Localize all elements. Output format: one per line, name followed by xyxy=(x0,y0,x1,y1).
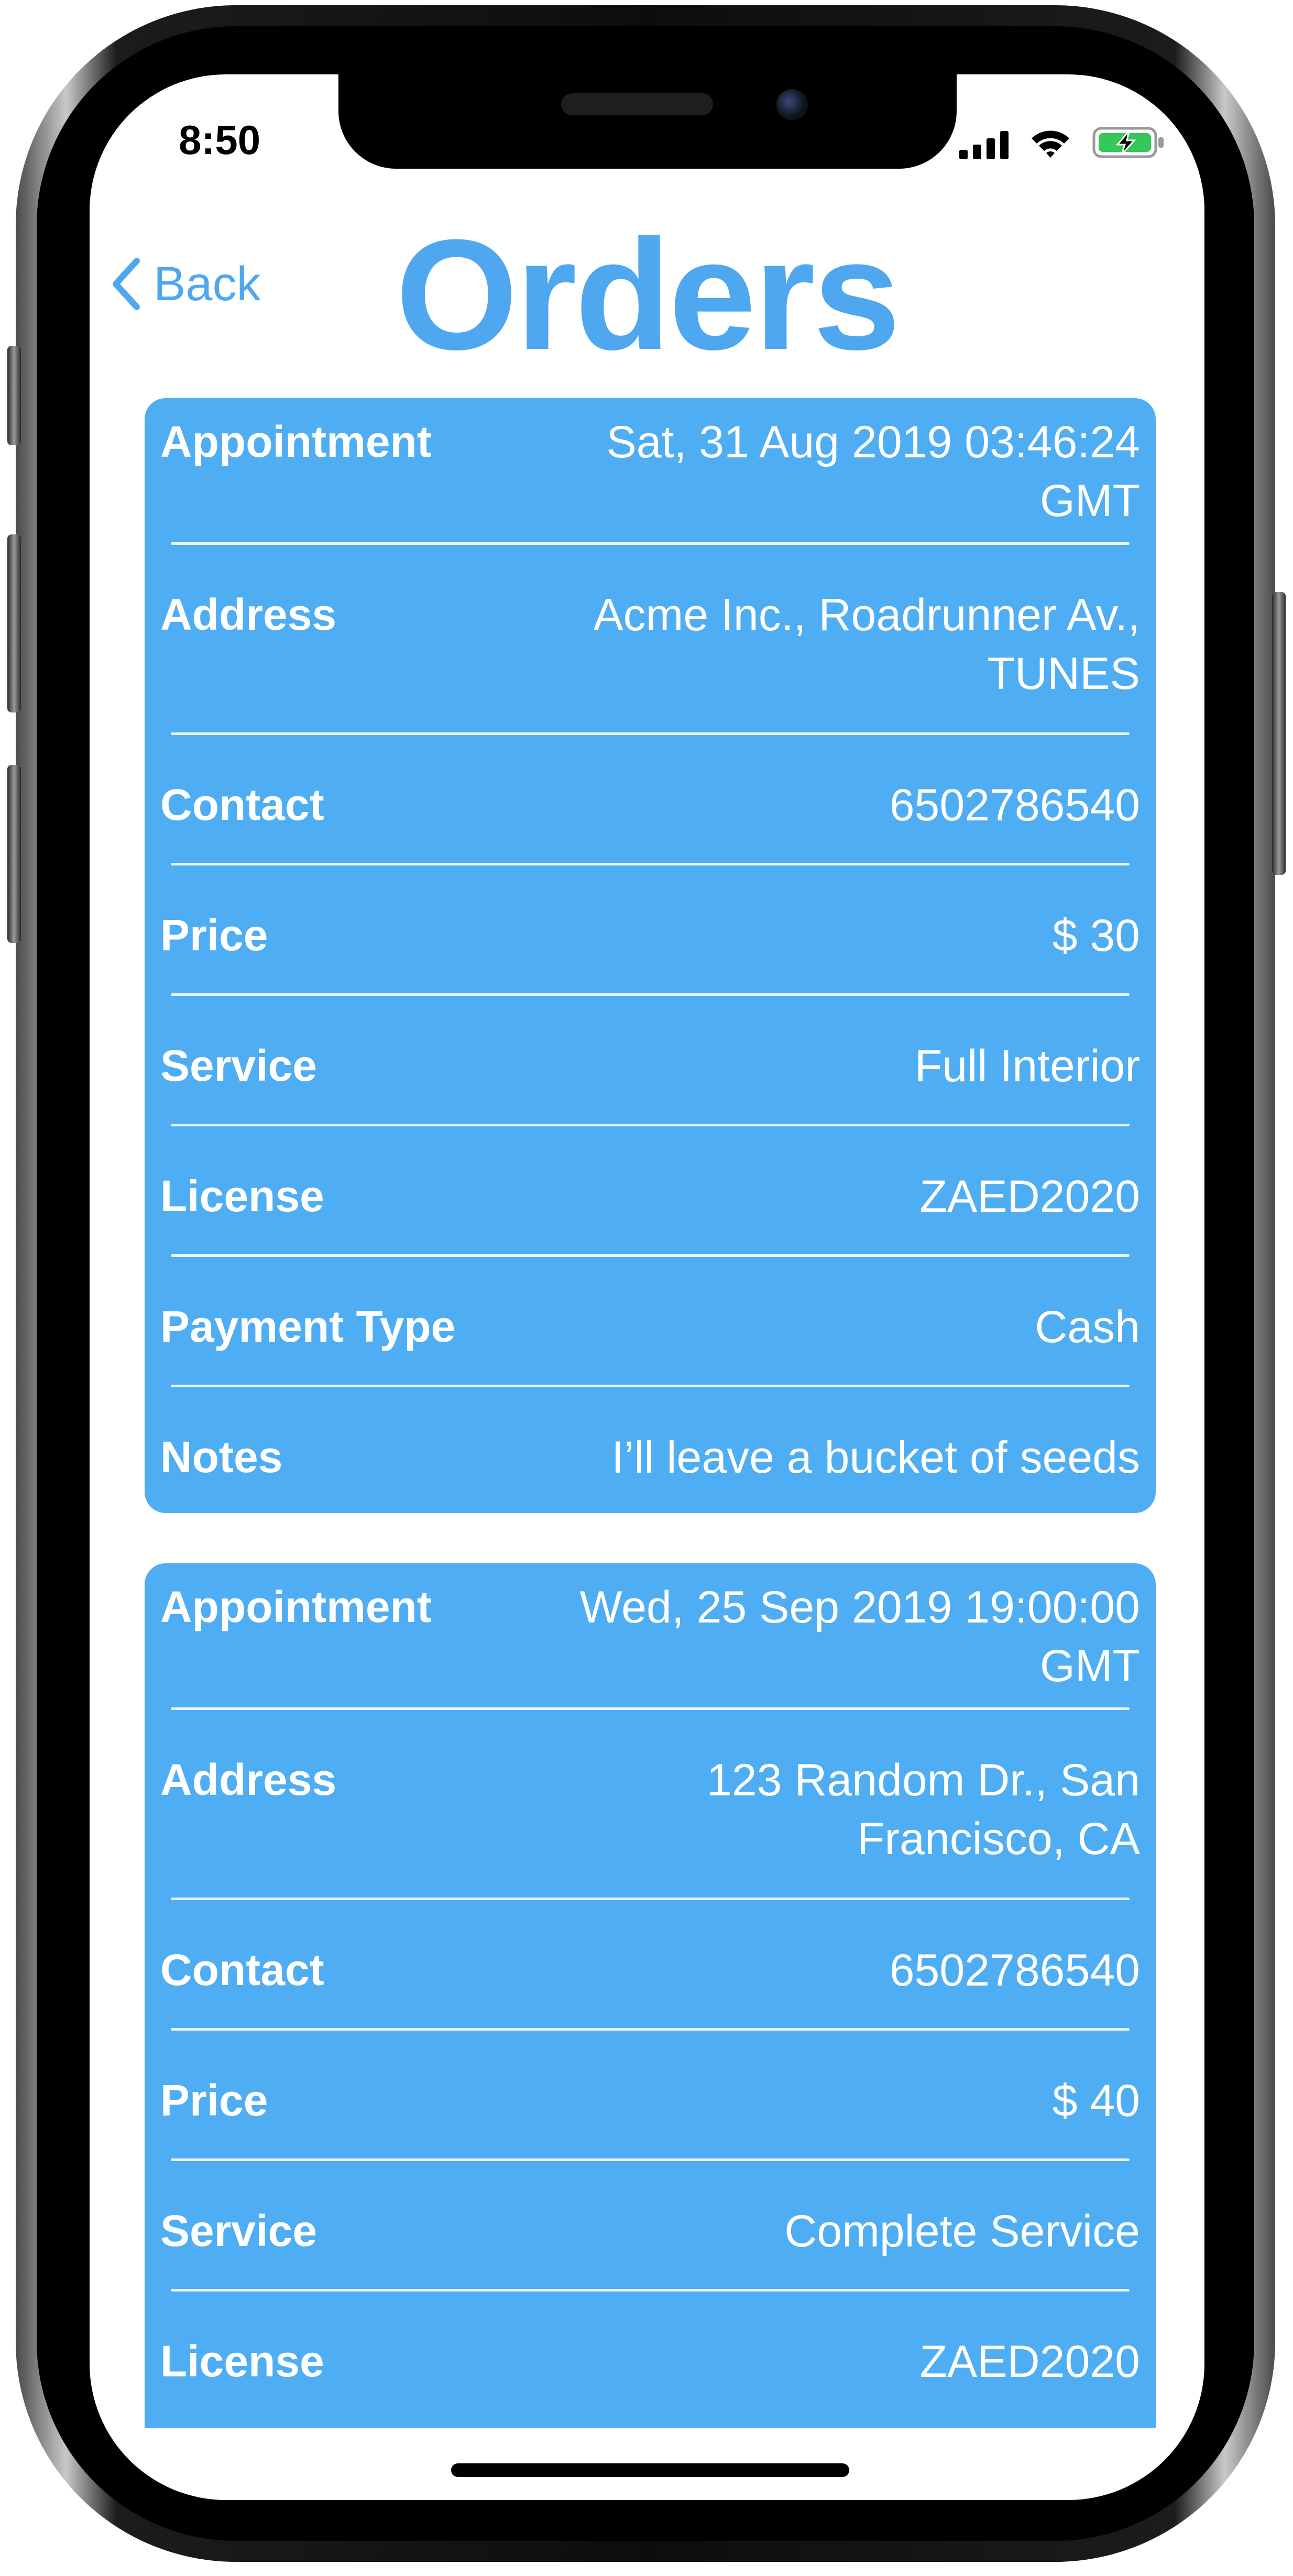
app-screen: 8:50 Back Orders Appointment Sat, 31 Aug… xyxy=(90,74,1204,2500)
row-value: Complete Service xyxy=(784,2206,1140,2256)
order-row-service: Service Complete Service xyxy=(145,2161,1156,2292)
battery-charging-icon xyxy=(1092,127,1164,158)
row-label: License xyxy=(160,1171,324,1221)
order-row-license: License ZAED2020 xyxy=(145,2292,1156,2407)
order-row-price: Price $ 40 xyxy=(145,2031,1156,2161)
row-label: Service xyxy=(160,2206,317,2255)
row-value: Wed, 25 Sep 2019 19:00:00 GMT xyxy=(579,1582,1141,1691)
row-value: Cash xyxy=(1035,1302,1140,1352)
row-label: Service xyxy=(160,1041,317,1090)
row-label: Address xyxy=(160,1755,337,1804)
power-button xyxy=(1272,592,1286,875)
order-row-notes: Notes I’ll leave a bucket of seeds xyxy=(145,1387,1156,1503)
home-indicator[interactable] xyxy=(451,2463,849,2477)
order-row-license: License ZAED2020 xyxy=(145,1126,1156,1257)
cellular-signal-icon xyxy=(959,130,1009,159)
row-label: Appointment xyxy=(160,1582,432,1631)
order-row-appointment: Appointment Sat, 31 Aug 2019 03:46:24 GM… xyxy=(145,398,1156,545)
row-value: 6502786540 xyxy=(889,1945,1140,1996)
status-icons xyxy=(959,123,1166,159)
order-card[interactable]: Appointment Wed, 25 Sep 2019 19:00:00 GM… xyxy=(145,1563,1156,2428)
status-time: 8:50 xyxy=(179,117,261,163)
row-value: Sat, 31 Aug 2019 03:46:24 GMT xyxy=(606,417,1140,526)
volume-down-button xyxy=(7,765,21,943)
notch xyxy=(338,74,957,169)
row-value: Acme Inc., Roadrunner Av., TUNES xyxy=(593,590,1140,699)
page-title: Orders xyxy=(396,206,901,382)
volume-up-button xyxy=(7,534,21,712)
row-value: ZAED2020 xyxy=(919,1171,1140,1222)
row-value: Full Interior xyxy=(914,1041,1140,1091)
order-row-payment-type: Payment Type Cash xyxy=(145,1257,1156,1387)
row-value: I’ll leave a bucket of seeds xyxy=(611,1432,1140,1483)
row-label: Appointment xyxy=(160,417,432,466)
order-row-address: Address Acme Inc., Roadrunner Av., TUNES xyxy=(145,545,1156,735)
row-value: ZAED2020 xyxy=(919,2337,1140,2387)
row-label: Address xyxy=(160,590,337,639)
order-row-contact: Contact 6502786540 xyxy=(145,735,1156,865)
order-row-address: Address 123 Random Dr., San Francisco, C… xyxy=(145,1710,1156,1900)
wifi-icon xyxy=(1032,130,1069,158)
row-label: Contact xyxy=(160,780,324,829)
row-label: License xyxy=(160,2337,324,2386)
row-value: $ 40 xyxy=(1052,2076,1140,2126)
order-row-service: Service Full Interior xyxy=(145,996,1156,1126)
order-card[interactable]: Appointment Sat, 31 Aug 2019 03:46:24 GM… xyxy=(145,398,1156,1513)
order-row-appointment: Appointment Wed, 25 Sep 2019 19:00:00 GM… xyxy=(145,1563,1156,1710)
row-label: Contact xyxy=(160,1945,324,1994)
row-value: 123 Random Dr., San Francisco, CA xyxy=(706,1755,1140,1864)
row-value: 6502786540 xyxy=(889,780,1140,830)
row-label: Payment Type xyxy=(160,1302,456,1351)
row-value: $ 30 xyxy=(1052,911,1140,961)
mute-switch xyxy=(7,346,21,445)
front-camera xyxy=(776,89,808,120)
order-row-price: Price $ 30 xyxy=(145,865,1156,996)
speaker-grille xyxy=(561,93,713,115)
row-label: Price xyxy=(160,911,268,960)
row-label: Price xyxy=(160,2076,268,2125)
row-label: Notes xyxy=(160,1432,283,1482)
order-row-contact: Contact 6502786540 xyxy=(145,1900,1156,2031)
